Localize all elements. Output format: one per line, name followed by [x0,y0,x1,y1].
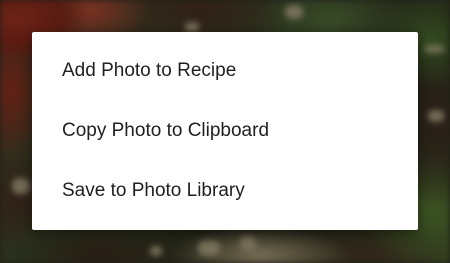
menu-item-save-to-photo-library[interactable]: Save to Photo Library [32,161,418,221]
photo-options-menu: Add Photo to Recipe Copy Photo to Clipbo… [32,32,418,230]
screen: Add Photo to Recipe Copy Photo to Clipbo… [0,0,450,263]
menu-item-copy-photo-to-clipboard[interactable]: Copy Photo to Clipboard [32,101,418,161]
menu-item-add-photo-to-recipe[interactable]: Add Photo to Recipe [32,41,418,101]
